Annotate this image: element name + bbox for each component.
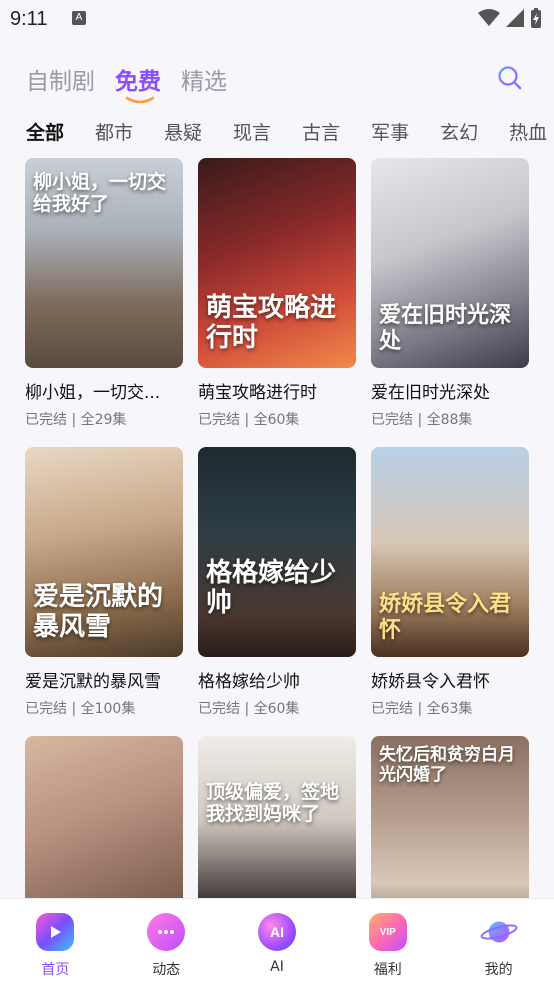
- gift-vip-icon: VIP: [368, 913, 407, 951]
- tab-label: 精选: [181, 69, 227, 95]
- category-ancient-romance[interactable]: 古言: [302, 118, 340, 152]
- drama-poster[interactable]: 爱在旧时光深处: [371, 158, 529, 368]
- nav-label: 动态: [152, 962, 181, 978]
- tab-free[interactable]: 免费: [115, 62, 161, 104]
- search-icon[interactable]: [496, 64, 524, 92]
- drama-poster[interactable]: 萌宝攻略进行时: [198, 158, 356, 368]
- category-suspense[interactable]: 悬疑: [164, 118, 202, 152]
- notification-icon: A: [72, 11, 86, 25]
- drama-card[interactable]: 娇娇县令入君怀 娇娇县令入君怀 已完结 | 全63集: [371, 447, 529, 718]
- category-fantasy[interactable]: 玄幻: [440, 118, 478, 152]
- planet-icon: [480, 913, 518, 951]
- status-icons: [478, 8, 542, 28]
- drama-title: 柳小姐，一切交...: [25, 383, 161, 403]
- tab-featured[interactable]: 精选: [181, 62, 227, 102]
- nav-rewards[interactable]: VIP 福利: [332, 899, 443, 986]
- drama-card[interactable]: 爱在旧时光深处 爱在旧时光深处 已完结 | 全88集: [371, 158, 529, 429]
- tab-self-made[interactable]: 自制剧: [26, 62, 95, 102]
- nav-ai[interactable]: AI AI: [222, 899, 333, 986]
- poster-title: 爱是沉默的暴风雪: [33, 582, 164, 643]
- drama-title: 爱是沉默的暴风雪: [25, 672, 161, 692]
- drama-poster[interactable]: 格格嫁给少帅: [198, 447, 356, 657]
- drama-poster[interactable]: 爱是沉默的暴风雪: [25, 447, 183, 657]
- drama-card[interactable]: 柳小姐，一切交给我好了 柳小姐，一切交... 已完结 | 全29集: [25, 158, 183, 429]
- nav-label: 首页: [41, 962, 70, 978]
- drama-title: 娇娇县令入君怀: [371, 672, 490, 692]
- drama-episodes: 已完结 | 全100集: [25, 701, 136, 717]
- drama-title: 格格嫁给少帅: [198, 672, 300, 692]
- status-time: 9:11: [10, 8, 48, 30]
- poster-title: 格格嫁给少帅: [206, 558, 337, 619]
- status-bar: 9:11 A: [0, 0, 554, 40]
- poster-title: 娇娇县令入君怀: [379, 591, 512, 643]
- drama-poster[interactable]: 娇娇县令入君怀: [371, 447, 529, 657]
- signal-icon: [506, 9, 524, 27]
- nav-feed[interactable]: 动态: [111, 899, 222, 986]
- nav-profile[interactable]: 我的: [443, 899, 554, 986]
- drama-title: 萌宝攻略进行时: [198, 383, 317, 403]
- drama-episodes: 已完结 | 全60集: [198, 412, 300, 428]
- drama-card[interactable]: 格格嫁给少帅 格格嫁给少帅 已完结 | 全60集: [198, 447, 356, 718]
- nav-home[interactable]: 首页: [0, 899, 111, 986]
- bottom-nav: 首页 动态 AI AI VIP 福利 我的: [0, 898, 554, 986]
- category-military[interactable]: 军事: [371, 118, 409, 152]
- category-action[interactable]: 热血: [509, 118, 547, 152]
- drama-episodes: 已完结 | 全29集: [25, 412, 127, 428]
- poster-title: 柳小姐，一切交给我好了: [33, 171, 167, 215]
- active-tab-indicator: [125, 96, 155, 104]
- drama-episodes: 已完结 | 全63集: [371, 701, 473, 717]
- category-all[interactable]: 全部: [26, 118, 64, 152]
- category-filter: 全部 都市 悬疑 现言 古言 军事 玄幻 热血: [26, 118, 554, 152]
- wifi-icon: [478, 9, 500, 26]
- drama-episodes: 已完结 | 全88集: [371, 412, 473, 428]
- poster-title: 萌宝攻略进行时: [206, 293, 337, 354]
- tab-label: 免费: [115, 69, 161, 95]
- nav-label: AI: [270, 959, 284, 975]
- category-urban[interactable]: 都市: [95, 118, 133, 152]
- home-play-icon: [36, 913, 75, 951]
- drama-poster[interactable]: 柳小姐，一切交给我好了: [25, 158, 183, 368]
- poster-title: 爱在旧时光深处: [379, 302, 512, 354]
- drama-card[interactable]: 萌宝攻略进行时 萌宝攻略进行时 已完结 | 全60集: [198, 158, 356, 429]
- battery-icon: [531, 8, 541, 28]
- nav-label: 我的: [484, 962, 513, 978]
- poster-title: 顶级偏爱，签地我找到妈咪了: [206, 781, 340, 826]
- ai-orb-icon: AI: [257, 913, 296, 951]
- top-tab-bar: 自制剧 免费 精选: [26, 62, 227, 104]
- poster-title: 失忆后和贫穷白月光闪婚了: [379, 745, 515, 785]
- chat-bubble-icon: [147, 913, 186, 951]
- drama-title: 爱在旧时光深处: [371, 383, 490, 403]
- drama-card[interactable]: 爱是沉默的暴风雪 爱是沉默的暴风雪 已完结 | 全100集: [25, 447, 183, 718]
- tab-label: 自制剧: [26, 69, 95, 95]
- drama-episodes: 已完结 | 全60集: [198, 701, 300, 717]
- nav-label: 福利: [373, 962, 402, 978]
- category-modern-romance[interactable]: 现言: [233, 118, 271, 152]
